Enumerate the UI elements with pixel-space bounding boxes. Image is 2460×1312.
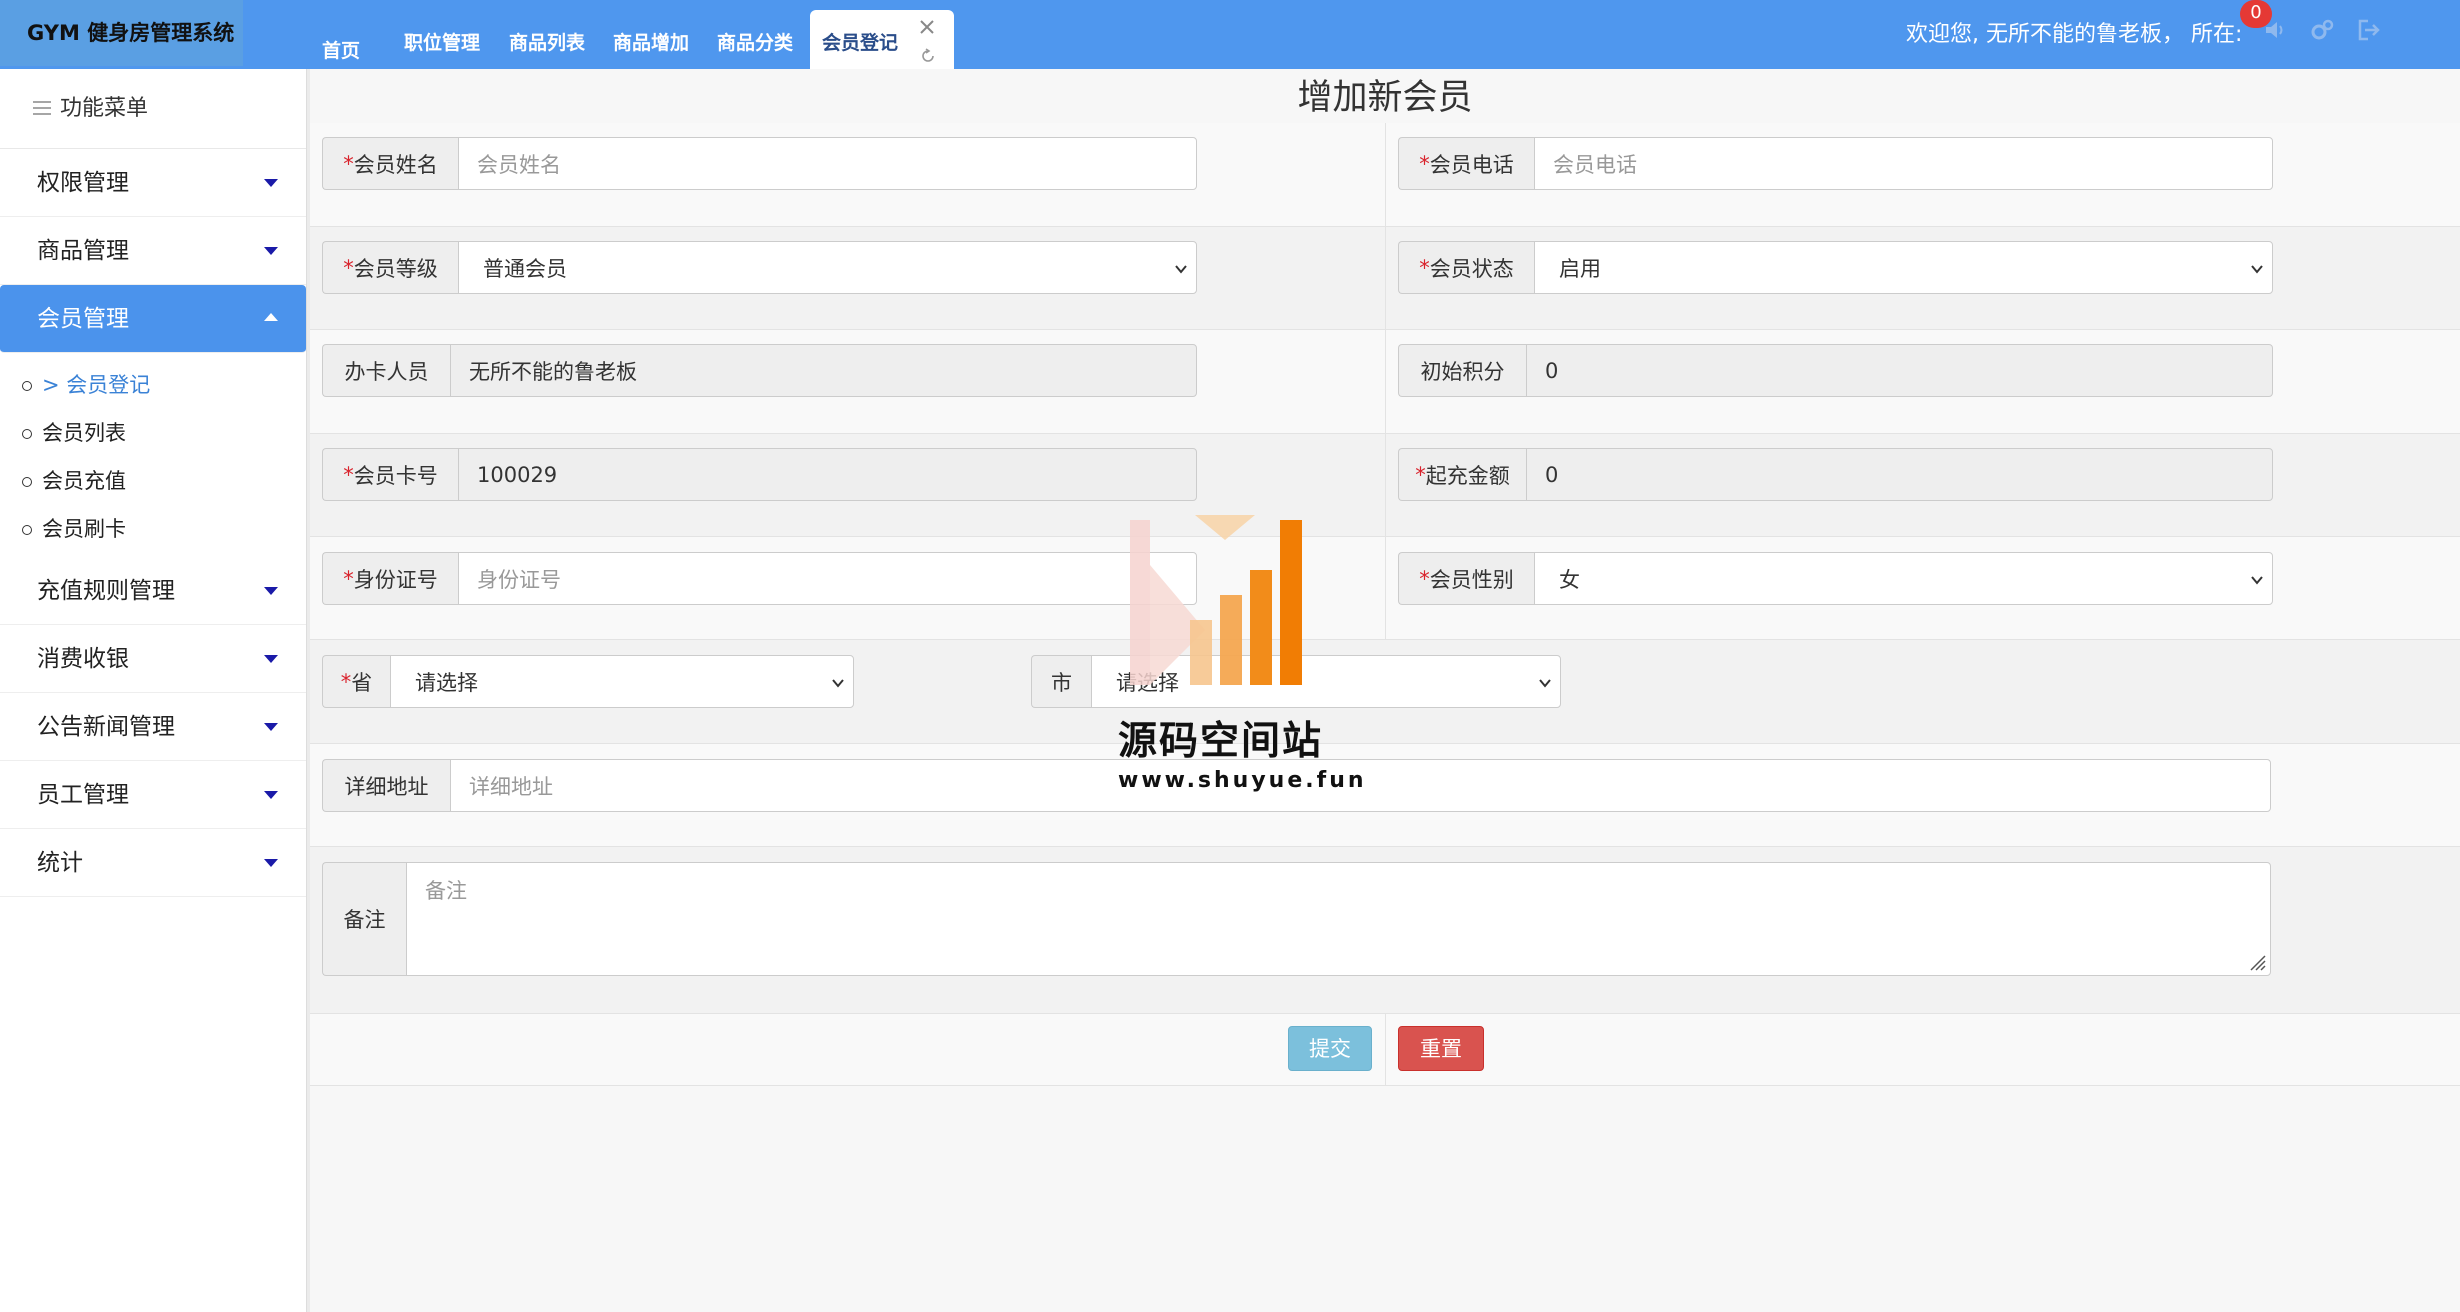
submenu-member-register[interactable]: > 会员登记 — [0, 361, 306, 409]
column-divider — [1385, 123, 1386, 640]
caret-down-icon — [264, 247, 278, 255]
initial-points-input[interactable]: 0 — [1526, 344, 2273, 397]
gender-label: * 会员性别 — [1398, 552, 1534, 605]
main-content: 增加新会员 * 会员姓名 会员姓名 * 会员电话 会员电话 * 会员等级 普通会员 *… — [310, 69, 2460, 1312]
column-divider — [1385, 1014, 1386, 1086]
hamburger-icon — [33, 101, 51, 115]
member-status-label: * 会员状态 — [1398, 241, 1534, 294]
refresh-icon[interactable] — [920, 48, 936, 64]
tab-home[interactable]: 首页 — [322, 0, 382, 69]
member-status-select[interactable]: 启用 — [1534, 241, 2273, 294]
city-label: 市 — [1031, 655, 1091, 708]
caret-down-icon — [264, 587, 278, 595]
remark-group: 备注 备注 — [322, 862, 2271, 976]
member-name-label: * 会员姓名 — [322, 137, 458, 190]
id-card-input[interactable]: 身份证号 — [458, 552, 1197, 605]
sidebar-item-goods[interactable]: 商品管理 — [0, 217, 306, 285]
sidebar-item-recharge-rules[interactable]: 充值规则管理 — [0, 557, 306, 625]
gender-select[interactable]: 女 — [1534, 552, 2273, 605]
tab-goods-category[interactable]: 商品分类 — [717, 0, 807, 69]
card-number-group: * 会员卡号 100029 — [322, 448, 1197, 501]
caret-up-icon — [264, 313, 278, 321]
initial-points-group: 初始积分 0 — [1398, 344, 2273, 397]
min-recharge-label: * 起充金额 — [1398, 448, 1526, 501]
member-name-group: * 会员姓名 会员姓名 — [322, 137, 1197, 190]
chevron-down-icon — [2251, 576, 2263, 585]
tab-member-register[interactable]: 会员登记 — [810, 10, 954, 69]
submenu-member-swipe[interactable]: 会员刷卡 — [0, 505, 306, 553]
top-bar: GYM 健身房管理系统 首页 职位管理 商品列表 商品增加 商品分类 会员登记 … — [0, 0, 2460, 69]
chevron-down-icon — [1175, 265, 1187, 274]
sidebar-item-members[interactable]: 会员管理 — [0, 285, 306, 353]
caret-down-icon — [264, 859, 278, 867]
member-name-input[interactable]: 会员姓名 — [458, 137, 1197, 190]
caret-down-icon — [264, 723, 278, 731]
submenu-member-recharge[interactable]: 会员充值 — [0, 457, 306, 505]
operator-group: 办卡人员 无所不能的鲁老板 — [322, 344, 1197, 397]
member-phone-group: * 会员电话 会员电话 — [1398, 137, 2273, 190]
min-recharge-group: * 起充金额 0 — [1398, 448, 2273, 501]
province-select[interactable]: 请选择 — [390, 655, 854, 708]
reset-button[interactable]: 重置 — [1398, 1026, 1484, 1071]
chevron-down-icon — [832, 679, 844, 688]
caret-down-icon — [264, 655, 278, 663]
tab-goods-add[interactable]: 商品增加 — [613, 0, 703, 69]
sidebar: 功能菜单 权限管理 商品管理 会员管理 > 会员登记 会员列表 会员充值 会员刷… — [0, 69, 307, 1312]
initial-points-label: 初始积分 — [1398, 344, 1526, 397]
menu-header-label: 功能菜单 — [60, 96, 149, 121]
resize-handle-icon[interactable] — [2245, 950, 2267, 972]
members-submenu: > 会员登记 会员列表 会员充值 会员刷卡 — [0, 353, 306, 557]
menu-header[interactable]: 功能菜单 — [0, 69, 306, 149]
sidebar-item-staff[interactable]: 员工管理 — [0, 761, 306, 829]
member-level-group: * 会员等级 普通会员 — [322, 241, 1197, 294]
submit-button[interactable]: 提交 — [1288, 1026, 1372, 1071]
watermark-url: www.shuyue.fun — [1118, 768, 1367, 793]
member-phone-label: * 会员电话 — [1398, 137, 1534, 190]
close-icon[interactable] — [918, 18, 936, 36]
page-title: 增加新会员 — [1297, 78, 1473, 118]
remark-label: 备注 — [322, 862, 406, 976]
speaker-icon[interactable] — [2262, 16, 2290, 44]
address-label: 详细地址 — [322, 759, 450, 812]
gender-group: * 会员性别 女 — [1398, 552, 2273, 605]
tab-goods-list[interactable]: 商品列表 — [509, 0, 599, 69]
settings-icon[interactable] — [2308, 16, 2336, 44]
caret-down-icon — [264, 179, 278, 187]
submenu-member-list[interactable]: 会员列表 — [0, 409, 306, 457]
id-card-label: * 身份证号 — [322, 552, 458, 605]
operator-input[interactable]: 无所不能的鲁老板 — [450, 344, 1197, 397]
operator-label: 办卡人员 — [322, 344, 450, 397]
app-logo-title[interactable]: GYM 健身房管理系统 — [0, 0, 243, 66]
caret-down-icon — [264, 791, 278, 799]
tab-position-mgmt[interactable]: 职位管理 — [404, 0, 494, 69]
province-group: * 省 请选择 — [322, 655, 854, 708]
sidebar-item-news[interactable]: 公告新闻管理 — [0, 693, 306, 761]
province-label: * 省 — [322, 655, 390, 708]
remark-textarea[interactable]: 备注 — [406, 862, 2271, 976]
id-card-group: * 身份证号 身份证号 — [322, 552, 1197, 605]
logout-icon[interactable] — [2354, 16, 2382, 44]
min-recharge-input[interactable]: 0 — [1526, 448, 2273, 501]
member-level-label: * 会员等级 — [322, 241, 458, 294]
member-phone-input[interactable]: 会员电话 — [1534, 137, 2273, 190]
watermark-title: 源码空间站 — [1118, 719, 1324, 764]
chevron-down-icon — [2251, 265, 2263, 274]
sidebar-item-permissions[interactable]: 权限管理 — [0, 149, 306, 217]
card-number-label: * 会员卡号 — [322, 448, 458, 501]
card-number-input[interactable]: 100029 — [458, 448, 1197, 501]
sidebar-item-stats[interactable]: 统计 — [0, 829, 306, 897]
sidebar-item-cashier[interactable]: 消费收银 — [0, 625, 306, 693]
member-level-select[interactable]: 普通会员 — [458, 241, 1197, 294]
member-status-group: * 会员状态 启用 — [1398, 241, 2273, 294]
chevron-down-icon — [1539, 679, 1551, 688]
welcome-text: 欢迎您, 无所不能的鲁老板， 所在: — [1906, 22, 2243, 47]
